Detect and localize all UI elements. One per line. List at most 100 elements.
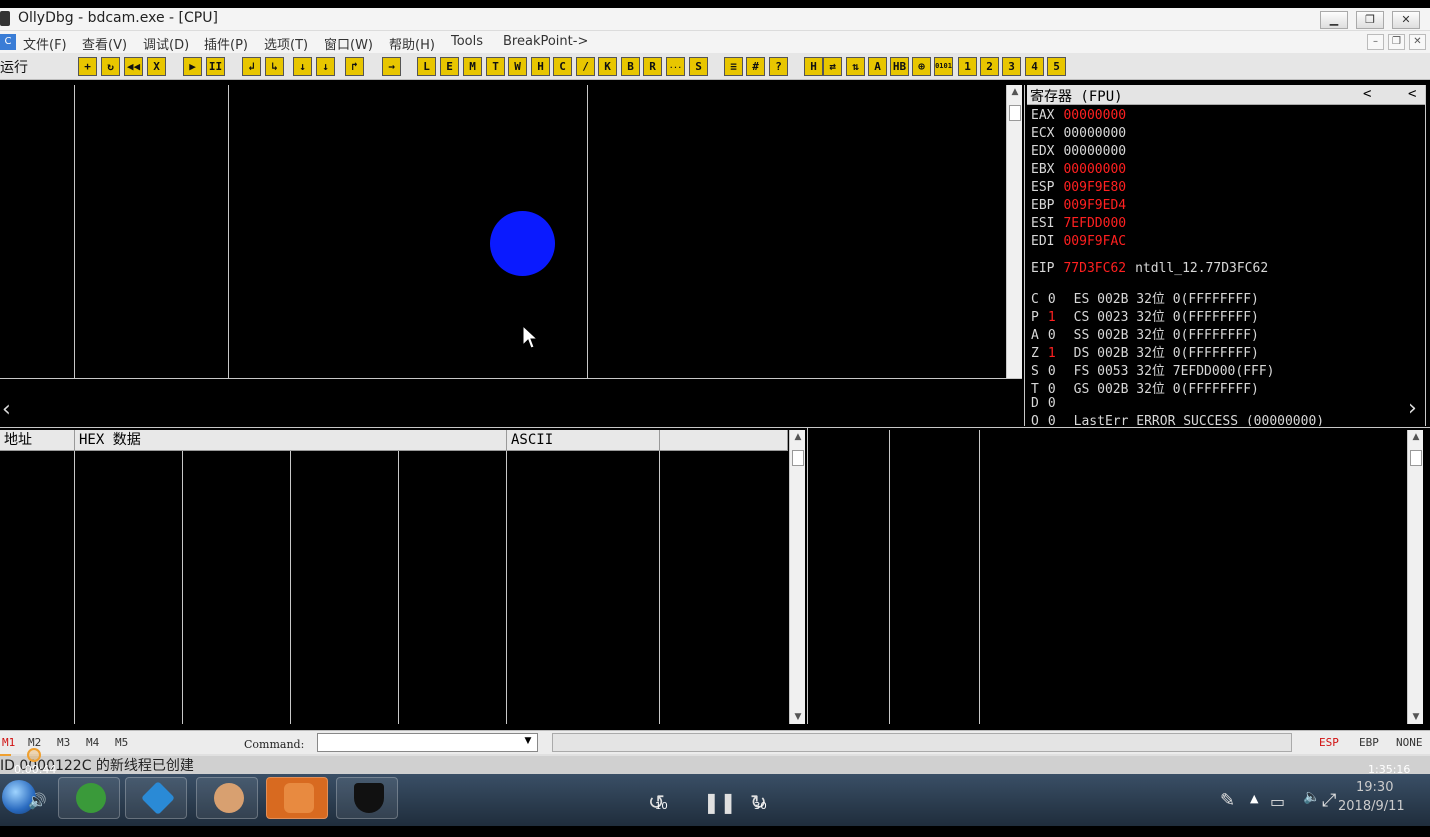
command-input[interactable]: ▼ — [317, 733, 538, 752]
toolbar-button-group7-4[interactable]: HB — [890, 57, 909, 76]
toolbar-button-group5-2[interactable]: M — [463, 57, 482, 76]
flag-o[interactable]: O 0 LastErr ERROR_SUCCESS (00000000) — [1031, 414, 1324, 426]
menu-window[interactable]: 窗口(W) — [324, 34, 373, 53]
dump-col-hex[interactable]: HEX 数据 — [75, 430, 507, 451]
scroll-down-icon[interactable]: ▼ — [790, 712, 806, 722]
toolbar-button-group5-4[interactable]: W — [508, 57, 527, 76]
scroll-up-icon[interactable]: ▲ — [1408, 432, 1424, 442]
flag-d[interactable]: D0 — [1031, 396, 1074, 411]
toolbar-button-group1-0[interactable]: + — [78, 57, 97, 76]
scroll-down-icon[interactable]: ▼ — [1408, 712, 1424, 722]
toolbar-button-group5-3[interactable]: T — [486, 57, 505, 76]
toolbar-button-group7-5[interactable]: ⊕ — [912, 57, 931, 76]
fullscreen-icon[interactable]: ⤢ — [1322, 790, 1336, 811]
toolbar-button-group7-3[interactable]: A — [868, 57, 887, 76]
toolbar-button-group5-10[interactable]: R — [643, 57, 662, 76]
scroll-thumb[interactable] — [792, 450, 804, 466]
volume-icon[interactable]: 🔊 — [28, 792, 47, 810]
toolbar-button-group1-2[interactable]: ◀◀ — [124, 57, 143, 76]
scroll-up-icon[interactable]: ▲ — [790, 432, 806, 442]
toolbar-button-group5-9[interactable]: B — [621, 57, 640, 76]
stack-mode-esp[interactable]: ESP — [1319, 736, 1339, 749]
scroll-up-icon[interactable]: ▲ — [1007, 87, 1023, 97]
register-edi[interactable]: EDI 009F9FAC — [1031, 234, 1126, 249]
menu-plugins[interactable]: 插件(P) — [204, 34, 248, 53]
restore-button[interactable]: ❐ — [1356, 11, 1384, 29]
toolbar-button-group6-0[interactable]: ≡ — [724, 57, 743, 76]
register-esp[interactable]: ESP 009F9E80 — [1031, 180, 1126, 195]
scroll-left-icon[interactable]: ‹ — [2, 399, 11, 421]
register-eax[interactable]: EAX 00000000 — [1031, 108, 1126, 123]
mdi-minimize-button[interactable]: – — [1367, 34, 1384, 50]
menu-file[interactable]: 文件(F) — [23, 34, 67, 53]
pencil-icon[interactable]: ✎ — [1220, 790, 1235, 811]
toolbar-button-group7-6[interactable]: 0101 — [934, 57, 953, 76]
taskbar-app-pen[interactable] — [266, 777, 328, 819]
stack-mode-none[interactable]: NONE — [1396, 736, 1423, 749]
marker-m5[interactable]: M5 — [115, 736, 128, 749]
toolbar-button-group5-12[interactable]: S — [689, 57, 708, 76]
scroll-thumb[interactable] — [1410, 450, 1422, 466]
toolbar-button-group2-0[interactable]: ▶ — [183, 57, 202, 76]
toolbar-button-group7-7[interactable]: 1 — [958, 57, 977, 76]
close-button[interactable]: ✕ — [1392, 11, 1420, 29]
menu-view[interactable]: 查看(V) — [82, 34, 127, 53]
toolbar-button-group5-6[interactable]: C — [553, 57, 572, 76]
toolbar-button-group5-0[interactable]: L — [417, 57, 436, 76]
register-edx[interactable]: EDX 00000000 — [1031, 144, 1126, 159]
taskbar-app-media[interactable] — [125, 777, 187, 819]
toolbar-button-group7-0[interactable]: H — [804, 57, 823, 76]
toolbar-button-group7-10[interactable]: 4 — [1025, 57, 1044, 76]
toolbar-button-group4-0[interactable]: → — [382, 57, 401, 76]
toolbar-button-group3-4[interactable]: ↱ — [345, 57, 364, 76]
marker-m1[interactable]: M1 — [2, 736, 15, 749]
mdi-restore-button[interactable]: ❐ — [1388, 34, 1405, 50]
dump-pane[interactable] — [0, 451, 788, 724]
menu-debug[interactable]: 调试(D) — [143, 34, 189, 53]
toolbar-button-group6-2[interactable]: ? — [769, 57, 788, 76]
menu-breakpoint[interactable]: BreakPoint-> — [503, 34, 588, 49]
register-eip[interactable]: EIP 77D3FC62 ntdll_12.77D3FC62 — [1031, 261, 1268, 276]
taskbar-app-people[interactable] — [196, 777, 258, 819]
menu-options[interactable]: 选项(T) — [264, 34, 308, 53]
marker-m4[interactable]: M4 — [86, 736, 99, 749]
taskbar-app-frog[interactable] — [58, 777, 120, 819]
marker-m3[interactable]: M3 — [57, 736, 70, 749]
flag-c[interactable]: C 0 ES 002B 32位 0(FFFFFFFF) — [1031, 288, 1259, 307]
toolbar-button-group5-5[interactable]: H — [531, 57, 550, 76]
toolbar-button-group5-1[interactable]: E — [440, 57, 459, 76]
registers-prev-icon[interactable]: < — [1363, 86, 1371, 102]
toolbar-button-group7-1[interactable]: ⇄ — [823, 57, 842, 76]
toolbar-button-group3-3[interactable]: ↓ — [316, 57, 335, 76]
flag-s[interactable]: S 0 FS 0053 32位 7EFDD000(FFF) — [1031, 360, 1275, 379]
toolbar-button-group3-2[interactable]: ↓ — [293, 57, 312, 76]
flag-a[interactable]: A 0 SS 002B 32位 0(FFFFFFFF) — [1031, 324, 1259, 343]
minimize-button[interactable]: ▁ — [1320, 11, 1348, 29]
speaker-icon[interactable]: 🔈 — [1303, 789, 1320, 805]
menu-tools[interactable]: Tools — [451, 34, 483, 49]
dump-col-ascii[interactable]: ASCII — [507, 430, 660, 451]
stack-scrollbar[interactable]: ▲ ▼ — [1407, 430, 1423, 724]
register-ecx[interactable]: ECX 00000000 — [1031, 126, 1126, 141]
keyboard-icon[interactable]: ▭ — [1270, 792, 1285, 811]
toolbar-button-group7-11[interactable]: 5 — [1047, 57, 1066, 76]
disassembly-pane[interactable] — [0, 85, 1006, 378]
dump-scrollbar[interactable]: ▲ ▼ — [789, 430, 805, 724]
flag-p[interactable]: P 1 CS 0023 32位 0(FFFFFFFF) — [1031, 306, 1259, 325]
toolbar-button-group7-9[interactable]: 3 — [1002, 57, 1021, 76]
toolbar-button-group1-1[interactable]: ↻ — [101, 57, 120, 76]
stack-mode-ebp[interactable]: EBP — [1359, 736, 1379, 749]
scroll-thumb[interactable] — [1009, 105, 1021, 121]
flag-t[interactable]: T 0 GS 002B 32位 0(FFFFFFFF) — [1031, 378, 1259, 397]
toolbar-button-group3-1[interactable]: ↳ — [265, 57, 284, 76]
toolbar-button-group2-1[interactable]: II — [206, 57, 225, 76]
flag-z[interactable]: Z 1 DS 002B 32位 0(FFFFFFFF) — [1031, 342, 1259, 361]
toolbar-button-group5-8[interactable]: K — [598, 57, 617, 76]
disassembly-scrollbar[interactable]: ▲ — [1006, 85, 1022, 378]
toolbar-button-group5-11[interactable]: ... — [666, 57, 685, 76]
taskbar-app-shield[interactable] — [336, 777, 398, 819]
register-ebx[interactable]: EBX 00000000 — [1031, 162, 1126, 177]
toolbar-button-group7-8[interactable]: 2 — [980, 57, 999, 76]
toolbar-button-group6-1[interactable]: # — [746, 57, 765, 76]
chevron-down-icon[interactable]: ▼ — [521, 736, 535, 749]
